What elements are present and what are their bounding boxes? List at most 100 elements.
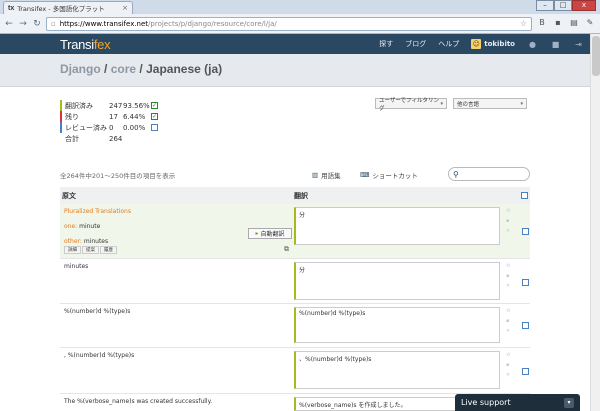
row-checkbox[interactable] bbox=[522, 322, 529, 329]
chevron-down-icon: ▾ bbox=[520, 100, 523, 107]
breadcrumb-language: Japanese (ja) bbox=[146, 62, 223, 76]
stat-label: 合計 bbox=[65, 134, 79, 143]
tab-close-icon[interactable]: × bbox=[122, 4, 128, 12]
delete-icon[interactable]: ✕ bbox=[506, 283, 510, 289]
page-scrollbar[interactable] bbox=[590, 34, 600, 411]
tab-details[interactable]: 詳細 bbox=[64, 246, 81, 254]
extension-icon[interactable]: ▪ bbox=[552, 18, 564, 30]
live-support-widget[interactable]: Live support ▾ bbox=[455, 394, 580, 411]
back-arrow-icon[interactable]: ← bbox=[4, 19, 14, 29]
browser-tab[interactable]: tx Transifex - 多国語化プラット × bbox=[3, 1, 133, 14]
page-menu-icon[interactable]: ▤ bbox=[568, 18, 580, 30]
stat-translated: 翻訳済み 247 93.56% ✓ bbox=[60, 100, 158, 111]
reload-icon[interactable]: ↻ bbox=[32, 19, 42, 29]
stat-percent: 6.44% bbox=[123, 112, 146, 121]
auto-translate-label: 自動翻訳 bbox=[260, 231, 285, 238]
row-checkbox[interactable] bbox=[522, 368, 529, 375]
row-checkbox[interactable] bbox=[522, 228, 529, 235]
glossary-link[interactable]: ▥ 用語集 bbox=[312, 170, 341, 180]
table-row[interactable]: %(number)d %(type)s %(number)d %(type)s … bbox=[60, 304, 530, 348]
translation-text: %(number)d %(type)s bbox=[299, 310, 366, 317]
undo-icon[interactable]: ⟲ bbox=[506, 208, 510, 214]
tab-suggestions[interactable]: 提案 bbox=[82, 246, 99, 254]
filter-untranslated-checkbox[interactable]: ✓ bbox=[151, 113, 158, 120]
logout-icon[interactable]: ⇥ bbox=[573, 39, 584, 50]
save-icon[interactable]: ▪ bbox=[506, 362, 510, 368]
window-controls: – □ x bbox=[536, 0, 596, 11]
table-row[interactable]: Pluralized Translations one: minute othe… bbox=[60, 204, 530, 259]
translation-text: 分 bbox=[299, 267, 306, 274]
scrollbar-thumb[interactable] bbox=[592, 36, 600, 76]
user-menu[interactable]: ☺ tokibito bbox=[471, 39, 515, 49]
breadcrumb-resource[interactable]: core bbox=[111, 62, 136, 76]
nav-blog[interactable]: ブログ bbox=[405, 39, 426, 49]
username: tokibito bbox=[484, 40, 515, 48]
delete-icon[interactable]: ✕ bbox=[506, 328, 510, 334]
chevron-down-icon[interactable]: ▾ bbox=[564, 397, 574, 408]
stat-count: 0 bbox=[109, 123, 114, 132]
messages-icon[interactable]: ● bbox=[527, 39, 538, 50]
user-filter-label: ユーザーでフィルタリング bbox=[379, 97, 439, 112]
translation-input[interactable]: 、%(number)d %(type)s bbox=[294, 351, 500, 389]
wrench-icon[interactable]: ✎ bbox=[584, 18, 596, 30]
filter-translated-checkbox[interactable]: ✓ bbox=[151, 102, 158, 109]
save-icon[interactable]: ▪ bbox=[506, 273, 510, 279]
extension-b-icon[interactable]: B bbox=[536, 18, 548, 30]
tab-title: Transifex - 多国語化プラット bbox=[17, 5, 105, 13]
table-row[interactable]: minutes 分 ⟲ ▪ ✕ bbox=[60, 259, 530, 304]
auto-translate-button[interactable]: ▸ 自動翻訳 bbox=[248, 228, 292, 239]
stat-label: 残り bbox=[65, 112, 79, 121]
url-path: /projects/p/django/resource/core/l/ja/ bbox=[148, 19, 277, 28]
undo-icon[interactable]: ⟲ bbox=[506, 352, 510, 358]
shortcuts-label: ショートカット bbox=[372, 172, 418, 180]
nav-explore[interactable]: 探す bbox=[379, 39, 393, 49]
search-icon: ⚲ bbox=[453, 169, 459, 179]
translation-input[interactable]: 分 bbox=[294, 262, 500, 300]
bookmark-star-icon[interactable]: ☆ bbox=[520, 19, 527, 28]
select-all-checkbox[interactable] bbox=[521, 192, 528, 199]
delete-icon[interactable]: ✕ bbox=[506, 228, 510, 234]
auto-translate-icon: ▸ bbox=[255, 230, 259, 237]
maximize-button[interactable]: □ bbox=[554, 0, 572, 11]
stat-count: 247 bbox=[109, 101, 123, 110]
translation-input[interactable]: %(number)d %(type)s bbox=[294, 307, 500, 343]
translation-input[interactable]: 分 bbox=[294, 207, 500, 245]
forward-arrow-icon[interactable]: → bbox=[18, 19, 28, 29]
stat-count: 17 bbox=[109, 112, 118, 121]
avatar: ☺ bbox=[471, 39, 482, 49]
copy-source-icon[interactable]: ⧉ bbox=[284, 245, 289, 254]
stat-count: 264 bbox=[109, 134, 123, 143]
user-filter-select[interactable]: ユーザーでフィルタリング ▾ bbox=[375, 97, 447, 112]
glossary-label: 用語集 bbox=[321, 172, 341, 180]
nav-help[interactable]: ヘルプ bbox=[438, 39, 459, 49]
notifications-icon[interactable]: ■ bbox=[550, 39, 561, 50]
showing-count: 全264件中201～250件目の項目を表示 bbox=[60, 172, 176, 180]
address-bar[interactable]: ▫ https://www.transifex.net/projects/p/d… bbox=[46, 16, 532, 31]
other-language-select[interactable]: 他の言語 ▾ bbox=[453, 98, 527, 109]
search-input[interactable]: ⚲ bbox=[448, 167, 530, 181]
plural-other: other: minutes bbox=[64, 238, 284, 245]
glossary-icon: ▥ bbox=[312, 171, 319, 179]
page-icon: ▫ bbox=[51, 19, 56, 28]
undo-icon[interactable]: ⟲ bbox=[506, 263, 510, 269]
source-cell: %(number)d %(type)s bbox=[64, 308, 131, 315]
save-icon[interactable]: ▪ bbox=[506, 318, 510, 324]
filter-reviewed-checkbox[interactable] bbox=[151, 124, 158, 131]
column-translation: 翻訳 bbox=[294, 191, 308, 200]
close-window-button[interactable]: x bbox=[572, 0, 596, 11]
stat-label: レビュー済み bbox=[65, 123, 107, 132]
plural-other-key: other: bbox=[64, 238, 82, 245]
shortcuts-link[interactable]: ⌨ ショートカット bbox=[360, 170, 418, 180]
row-checkbox[interactable] bbox=[522, 279, 529, 286]
tab-history[interactable]: 履歴 bbox=[100, 246, 117, 254]
plural-one-key: one: bbox=[64, 223, 78, 230]
save-icon[interactable]: ▪ bbox=[506, 218, 510, 224]
table-row[interactable]: , %(number)d %(type)s 、%(number)d %(type… bbox=[60, 348, 530, 394]
transifex-logo[interactable]: Transifex bbox=[60, 37, 111, 52]
breadcrumb-project[interactable]: Django bbox=[60, 62, 101, 76]
row-tabs: 詳細 提案 履歴 bbox=[64, 246, 284, 254]
minimize-button[interactable]: – bbox=[536, 0, 554, 11]
plural-other-value: minutes bbox=[83, 238, 109, 245]
delete-icon[interactable]: ✕ bbox=[506, 372, 510, 378]
undo-icon[interactable]: ⟲ bbox=[506, 308, 510, 314]
